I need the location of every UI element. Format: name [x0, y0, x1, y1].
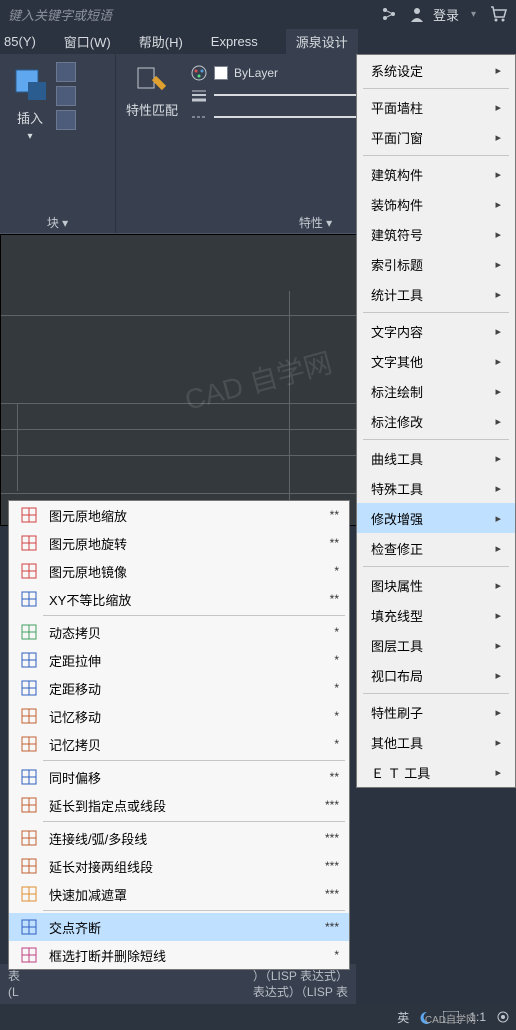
menu-item[interactable]: 视口布局▸ — [357, 660, 515, 690]
user-icon — [409, 6, 425, 22]
menu-item[interactable]: 平面墙柱▸ — [357, 92, 515, 122]
dropdown-icon: ▾ — [471, 9, 476, 20]
menu-item[interactable]: 曲线工具▸ — [357, 443, 515, 473]
lineweight-icon — [190, 86, 208, 104]
cmd-icon — [19, 561, 39, 581]
cmd-icon — [19, 734, 39, 754]
menu-item[interactable]: 其他工具▸ — [357, 727, 515, 757]
color-value: ByLayer — [234, 66, 278, 80]
menu-item[interactable]: 统计工具▸ — [357, 279, 515, 309]
watermark: CAD 自学网 — [180, 341, 336, 419]
cmd-icon — [19, 589, 39, 609]
cmd-icon — [19, 678, 39, 698]
submenu-item[interactable]: 框选打断并删除短线* — [9, 941, 349, 969]
yuanquan-menu: 系统设定▸ 平面墙柱▸平面门窗▸ 建筑构件▸装饰构件▸建筑符号▸索引标题▸统计工具▸… — [356, 54, 516, 788]
dropdown-icon: ▾ — [27, 131, 32, 142]
submenu-item[interactable]: 同时偏移** — [9, 763, 349, 791]
share-icon[interactable] — [381, 6, 397, 22]
ime-indicator[interactable]: 英 — [397, 1009, 409, 1026]
submenu-item[interactable]: 延长到指定点或线段*** — [9, 791, 349, 819]
insert-label: 插入 — [17, 108, 43, 127]
match-icon — [134, 64, 170, 100]
command-echo: 表 ）（LISP 表达式） (L 表达式）（LISP 表 — [0, 964, 356, 1004]
cmd-icon — [19, 650, 39, 670]
panel-title-block[interactable]: 块 ▾ — [0, 214, 115, 231]
cart-icon[interactable] — [488, 4, 508, 24]
menu-85[interactable]: 85(Y) — [4, 34, 36, 49]
menu-item[interactable]: 图块属性▸ — [357, 570, 515, 600]
menu-item[interactable]: 检查修正▸ — [357, 533, 515, 563]
submenu-item[interactable]: XY不等比缩放** — [9, 585, 349, 613]
insert-button[interactable]: 插入 ▾ — [6, 60, 54, 146]
menu-item[interactable]: 标注绘制▸ — [357, 376, 515, 406]
edit-block-icon[interactable] — [56, 86, 76, 106]
menu-item[interactable]: 建筑构件▸ — [357, 159, 515, 189]
submenu-item[interactable]: 连接线/弧/多段线*** — [9, 824, 349, 852]
menu-help[interactable]: 帮助(H) — [139, 32, 183, 51]
menu-item[interactable]: 平面门窗▸ — [357, 122, 515, 152]
submenu-item[interactable]: 图元原地镜像* — [9, 557, 349, 585]
cmd-icon — [19, 533, 39, 553]
insert-icon — [10, 64, 50, 104]
menu-yuanquan[interactable]: 源泉设计 — [286, 29, 358, 54]
menu-item[interactable]: 装饰构件▸ — [357, 189, 515, 219]
menu-item[interactable]: 标注修改▸ — [357, 406, 515, 436]
menu-item[interactable]: 索引标题▸ — [357, 249, 515, 279]
create-block-icon[interactable] — [56, 62, 76, 82]
cmd-icon — [19, 856, 39, 876]
menu-item[interactable]: 建筑符号▸ — [357, 219, 515, 249]
submenu-item[interactable]: 图元原地旋转** — [9, 529, 349, 557]
submenu-item[interactable]: 记忆移动* — [9, 702, 349, 730]
menu-item[interactable]: 文字内容▸ — [357, 316, 515, 346]
submenu-item[interactable]: 延长对接两组线段*** — [9, 852, 349, 880]
cmd-icon — [19, 505, 39, 525]
login-button[interactable]: 登录 ▾ — [409, 5, 476, 24]
menu-item[interactable]: 填充线型▸ — [357, 600, 515, 630]
submenu-item[interactable]: 图元原地缩放** — [9, 501, 349, 529]
menu-item[interactable]: Ｅ Ｔ 工具▸ — [357, 757, 515, 787]
color-swatch — [214, 66, 228, 80]
cmd-icon — [19, 828, 39, 848]
cmd-icon — [19, 917, 39, 937]
search-input[interactable]: 键入关键字或短语 — [8, 3, 369, 25]
cmd-icon — [19, 767, 39, 787]
submenu-item[interactable]: 定距拉伸* — [9, 646, 349, 674]
submenu-item[interactable]: 动态拷贝* — [9, 618, 349, 646]
gear-icon[interactable] — [496, 1010, 510, 1024]
menu-item[interactable]: 系统设定▸ — [357, 55, 515, 85]
menu-item[interactable]: 文字其他▸ — [357, 346, 515, 376]
cmd-icon — [19, 706, 39, 726]
cmd-icon — [19, 622, 39, 642]
submenu-item[interactable]: 快速加减遮罩*** — [9, 880, 349, 908]
submenu-item[interactable]: 交点齐断*** — [9, 913, 349, 941]
edit-attr-icon[interactable] — [56, 110, 76, 130]
palette-icon — [190, 64, 208, 82]
status-bar: 英 1:1 CAD自学网 — [0, 1004, 516, 1030]
cmd-icon — [19, 945, 39, 965]
login-label: 登录 — [433, 5, 459, 24]
submenu-item[interactable]: 定距移动* — [9, 674, 349, 702]
modify-enhance-submenu: 图元原地缩放**图元原地旋转**图元原地镜像*XY不等比缩放** 动态拷贝*定距拉… — [8, 500, 350, 970]
menu-item[interactable]: 特性刷子▸ — [357, 697, 515, 727]
match-properties-button[interactable]: 特性匹配 — [122, 60, 182, 130]
menu-bar: 85(Y) 窗口(W) 帮助(H) Express 源泉设计 — [0, 28, 516, 54]
submenu-item[interactable]: 记忆拷贝* — [9, 730, 349, 758]
menu-express[interactable]: Express — [211, 34, 258, 49]
linetype-icon — [190, 108, 208, 126]
match-label: 特性匹配 — [126, 104, 178, 118]
brand-watermark: CAD自学网 — [425, 1011, 476, 1026]
menu-item[interactable]: 修改增强▸ — [357, 503, 515, 533]
panel-block: 插入 ▾ 块 ▾ — [0, 54, 116, 233]
cmd-icon — [19, 795, 39, 815]
menu-item[interactable]: 特殊工具▸ — [357, 473, 515, 503]
cmd-icon — [19, 884, 39, 904]
title-bar: 键入关键字或短语 登录 ▾ — [0, 0, 516, 28]
menu-item[interactable]: 图层工具▸ — [357, 630, 515, 660]
menu-window[interactable]: 窗口(W) — [64, 32, 111, 51]
